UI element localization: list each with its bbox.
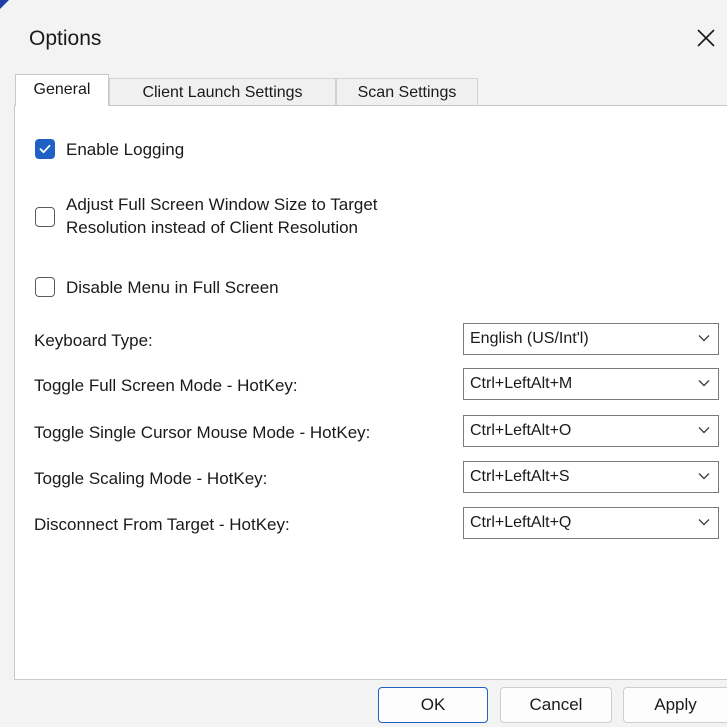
adjust-full-screen-label-line2: Resolution instead of Client Resolution <box>66 218 359 237</box>
tab-strip: General Client Launch Settings Scan Sett… <box>15 74 478 106</box>
disconnect-value: Ctrl+LeftAlt+Q <box>470 514 572 531</box>
chevron-down-icon <box>698 335 710 342</box>
toggle-single-cursor-value: Ctrl+LeftAlt+O <box>470 422 572 439</box>
title-bar: Options <box>0 0 727 74</box>
enable-logging-label[interactable]: Enable Logging <box>66 138 184 161</box>
adjust-full-screen-label[interactable]: Adjust Full Screen Window Size to Target… <box>66 193 378 239</box>
adjust-full-screen-checkbox[interactable] <box>35 207 55 227</box>
tab-scan-settings[interactable]: Scan Settings <box>336 78 478 105</box>
disconnect-label: Disconnect From Target - HotKey: <box>34 515 290 534</box>
close-icon <box>697 29 715 47</box>
close-button[interactable] <box>694 26 718 50</box>
cancel-button[interactable]: Cancel <box>500 687 612 723</box>
apply-button[interactable]: Apply <box>623 687 727 723</box>
enable-logging-text: Enable Logging <box>66 140 185 159</box>
adjust-full-screen-label-line1: Adjust Full Screen Window Size to Target <box>66 195 378 214</box>
toggle-scaling-label: Toggle Scaling Mode - HotKey: <box>34 469 268 488</box>
button-bar <box>0 680 727 727</box>
checkmark-icon <box>39 144 51 154</box>
chevron-down-icon <box>698 519 710 526</box>
toggle-full-screen-label: Toggle Full Screen Mode - HotKey: <box>34 376 298 395</box>
tab-general[interactable]: General <box>15 74 109 106</box>
toggle-scaling-hotkey-select[interactable]: Ctrl+LeftAlt+S <box>463 461 719 493</box>
keyboard-type-select[interactable]: English (US/Int'l) <box>463 323 719 355</box>
disable-menu-checkbox[interactable] <box>35 277 55 297</box>
toggle-scaling-value: Ctrl+LeftAlt+S <box>470 468 570 485</box>
tab-client-launch-settings[interactable]: Client Launch Settings <box>109 78 336 105</box>
keyboard-type-value: English (US/Int'l) <box>470 330 589 347</box>
disable-menu-text: Disable Menu in Full Screen <box>66 278 279 297</box>
ok-button[interactable]: OK <box>378 687 488 723</box>
toggle-single-cursor-hotkey-select[interactable]: Ctrl+LeftAlt+O <box>463 415 719 447</box>
toggle-full-screen-hotkey-select[interactable]: Ctrl+LeftAlt+M <box>463 368 719 400</box>
disconnect-hotkey-select[interactable]: Ctrl+LeftAlt+Q <box>463 507 719 539</box>
chevron-down-icon <box>698 380 710 387</box>
keyboard-type-label: Keyboard Type: <box>34 331 153 350</box>
chevron-down-icon <box>698 473 710 480</box>
window-title: Options <box>29 27 102 50</box>
toggle-full-screen-value: Ctrl+LeftAlt+M <box>470 375 573 392</box>
disable-menu-label[interactable]: Disable Menu in Full Screen <box>66 276 279 299</box>
toggle-single-cursor-label: Toggle Single Cursor Mouse Mode - HotKey… <box>34 423 371 442</box>
window-corner-accent <box>0 0 9 9</box>
chevron-down-icon <box>698 427 710 434</box>
enable-logging-checkbox[interactable] <box>35 139 55 159</box>
